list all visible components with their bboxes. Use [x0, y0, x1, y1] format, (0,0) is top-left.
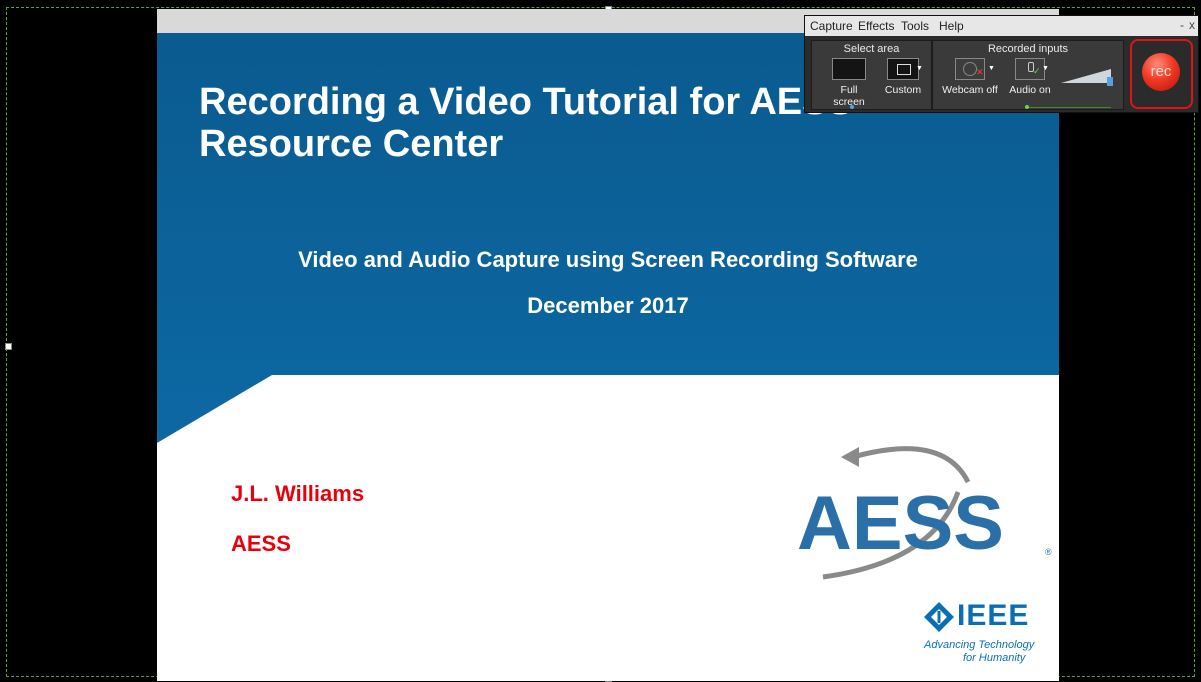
- record-button-highlight: rec: [1130, 39, 1193, 109]
- full-screen-selected-indicator: [850, 105, 854, 109]
- resize-handle-left[interactable]: [5, 343, 12, 350]
- recorded-inputs-group: Recorded inputs ✕ ▼ Webcam off ✓ ▼ Audio…: [932, 40, 1124, 110]
- select-area-group: Select area Full screen ▼ Custom: [811, 40, 932, 110]
- close-button[interactable]: x: [1189, 18, 1195, 32]
- record-button[interactable]: rec: [1142, 53, 1180, 91]
- custom-region-icon: [887, 58, 919, 80]
- webcam-off-icon: ✕: [955, 58, 985, 80]
- audio-on-indicator: [1025, 105, 1029, 109]
- custom-area-button[interactable]: ▼ Custom: [878, 58, 928, 96]
- webcam-toggle[interactable]: ✕ ▼ Webcam off: [937, 58, 1003, 96]
- menu-tools[interactable]: Tools: [901, 19, 929, 33]
- audio-level-meter: [1025, 107, 1111, 108]
- audio-label: Audio on: [1009, 84, 1051, 96]
- slide-title-line-2: Resource Center: [199, 123, 504, 165]
- slide-subtitle: Video and Audio Capture using Screen Rec…: [298, 247, 918, 272]
- microphone-icon: ✓: [1015, 58, 1045, 80]
- slide-date: December 2017: [527, 293, 689, 318]
- menu-effects[interactable]: Effects: [858, 19, 894, 33]
- full-screen-button[interactable]: Full screen: [824, 58, 874, 108]
- ieee-diamond-icon: [924, 602, 954, 632]
- recorder-toolbar: Capture Effects Tools Help - x Select ar…: [804, 15, 1199, 113]
- ieee-tagline-line-1: Advancing Technology: [924, 639, 1035, 651]
- webcam-label: Webcam off: [942, 84, 998, 96]
- chevron-down-icon[interactable]: ▼: [916, 65, 923, 72]
- ieee-wordmark: IEEE: [957, 599, 1030, 632]
- chevron-down-icon[interactable]: ▼: [1042, 65, 1049, 72]
- audio-volume-slider[interactable]: [1059, 63, 1117, 89]
- custom-label: Custom: [884, 84, 922, 96]
- menu-help[interactable]: Help: [939, 19, 964, 33]
- recorded-inputs-title: Recorded inputs: [987, 43, 1069, 55]
- author-name: J.L. Williams: [231, 481, 365, 506]
- select-area-title: Select area: [843, 43, 900, 55]
- menu-capture[interactable]: Capture: [810, 19, 853, 33]
- svg-text:®: ®: [1045, 547, 1052, 557]
- ieee-tagline-line-2: for Humanity: [963, 652, 1026, 664]
- aess-logo-text: AESS: [797, 481, 1004, 566]
- full-screen-label: Full screen: [833, 84, 865, 108]
- organization-name: AESS: [231, 531, 291, 556]
- recorder-menubar: Capture Effects Tools Help - x: [805, 16, 1198, 36]
- minimize-button[interactable]: -: [1180, 18, 1184, 32]
- audio-toggle[interactable]: ✓ ▼ Audio on: [1005, 58, 1055, 96]
- monitor-icon: [832, 58, 866, 80]
- chevron-down-icon[interactable]: ▼: [988, 65, 995, 72]
- aess-logo: AESS ®: [793, 437, 1057, 592]
